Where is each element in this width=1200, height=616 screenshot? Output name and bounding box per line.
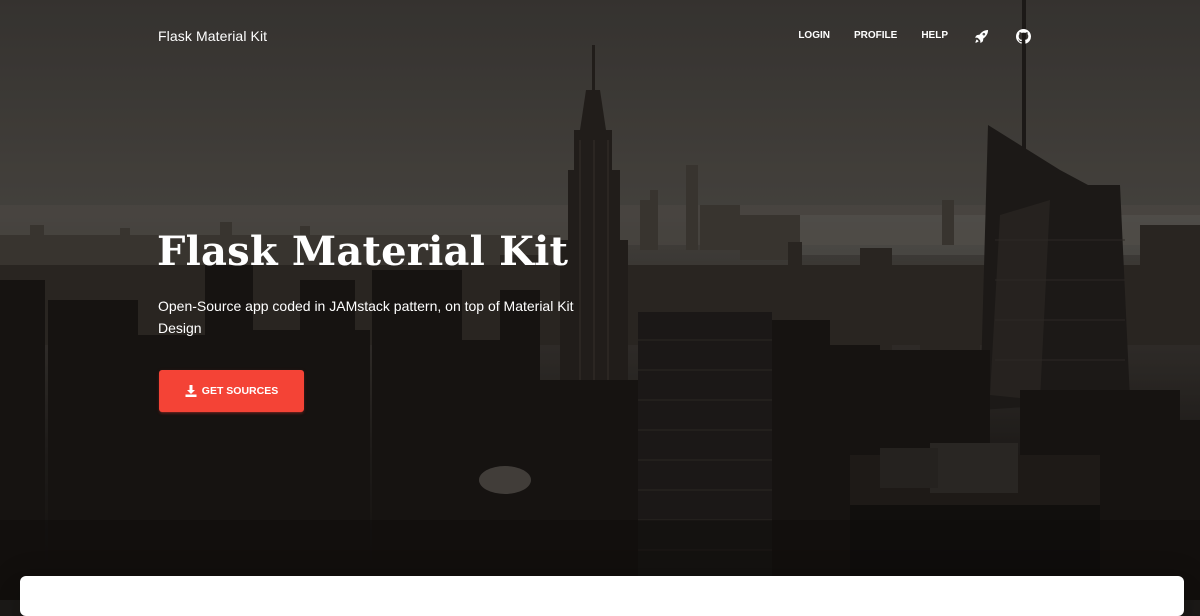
nav-link-profile[interactable]: PROFILE [854,26,897,46]
github-icon[interactable] [1014,26,1032,46]
rocket-icon[interactable] [972,26,990,46]
nav-link-login[interactable]: LOGIN [798,26,830,46]
get-sources-button[interactable]: GET SOURCES [159,370,304,412]
nav-link-help[interactable]: HELP [921,26,948,46]
navbar: Flask Material Kit LOGIN PROFILE HELP [0,0,1200,74]
download-icon [185,385,197,397]
hero-title: Flask Material Kit [157,228,569,275]
hero-subtitle: Open-Source app coded in JAMstack patter… [158,298,574,336]
navbar-brand[interactable]: Flask Material Kit [158,28,267,44]
get-sources-label: GET SOURCES [201,385,279,397]
navbar-links: LOGIN PROFILE HELP [774,26,1032,46]
main-content-card [20,576,1184,616]
